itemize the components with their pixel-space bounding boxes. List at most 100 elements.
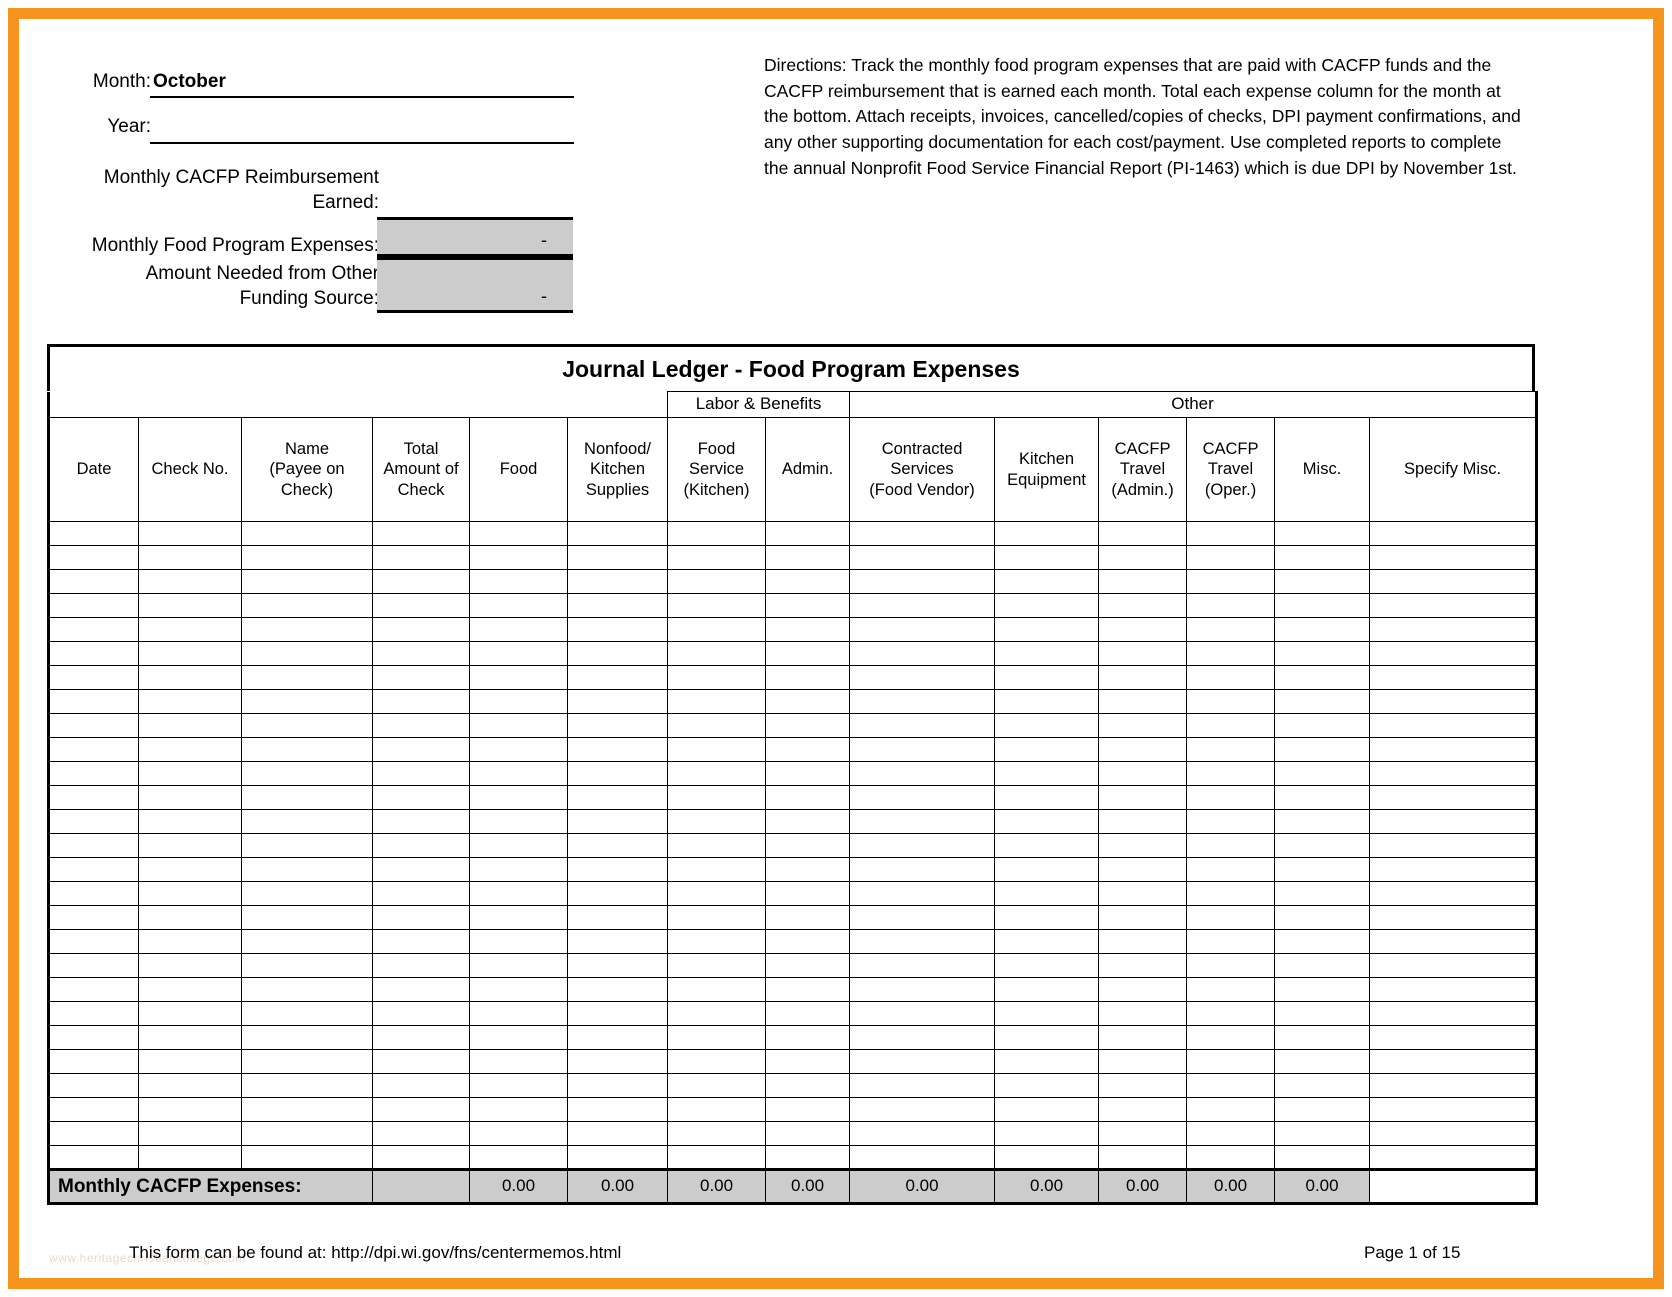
cell-check-no[interactable] bbox=[138, 713, 242, 738]
cell-admin[interactable] bbox=[765, 953, 851, 978]
cell-nonfood[interactable] bbox=[566, 1049, 669, 1074]
cell-specify-misc[interactable] bbox=[1369, 737, 1539, 762]
cell-food[interactable] bbox=[469, 1145, 568, 1170]
cell-kitchen-equipment[interactable] bbox=[994, 545, 1100, 570]
cell-travel-oper[interactable] bbox=[1186, 545, 1276, 570]
cell-date[interactable] bbox=[47, 761, 139, 786]
cell-specify-misc[interactable] bbox=[1369, 785, 1539, 810]
cell-contracted[interactable] bbox=[849, 809, 996, 834]
cell-date[interactable] bbox=[47, 833, 139, 858]
cell-contracted[interactable] bbox=[849, 689, 996, 714]
cell-food-service[interactable] bbox=[667, 617, 767, 642]
cell-admin[interactable] bbox=[765, 1097, 851, 1122]
cell-travel-admin[interactable] bbox=[1098, 929, 1188, 954]
cell-misc[interactable] bbox=[1274, 713, 1371, 738]
cell-travel-admin[interactable] bbox=[1098, 977, 1188, 1002]
cell-check-no[interactable] bbox=[138, 977, 242, 1002]
cell-name[interactable] bbox=[241, 905, 373, 930]
cell-admin[interactable] bbox=[765, 833, 851, 858]
cell-total-amount[interactable] bbox=[372, 1097, 470, 1122]
cell-total-amount[interactable] bbox=[372, 1049, 470, 1074]
cell-kitchen-equipment[interactable] bbox=[994, 1025, 1100, 1050]
cell-check-no[interactable] bbox=[138, 1049, 242, 1074]
cell-contracted[interactable] bbox=[849, 1025, 996, 1050]
cell-date[interactable] bbox=[47, 857, 139, 882]
cell-admin[interactable] bbox=[765, 1073, 851, 1098]
cell-admin[interactable] bbox=[765, 1001, 851, 1026]
cell-travel-admin[interactable] bbox=[1098, 1073, 1188, 1098]
cell-admin[interactable] bbox=[765, 737, 851, 762]
cell-total-amount[interactable] bbox=[372, 857, 470, 882]
cell-food[interactable] bbox=[469, 737, 568, 762]
cell-admin[interactable] bbox=[765, 689, 851, 714]
cell-travel-oper[interactable] bbox=[1186, 593, 1276, 618]
cell-specify-misc[interactable] bbox=[1369, 929, 1539, 954]
cell-travel-admin[interactable] bbox=[1098, 1145, 1188, 1170]
cell-date[interactable] bbox=[47, 953, 139, 978]
cell-total-amount[interactable] bbox=[372, 833, 470, 858]
cell-check-no[interactable] bbox=[138, 905, 242, 930]
cell-total-amount[interactable] bbox=[372, 617, 470, 642]
cell-food[interactable] bbox=[469, 1121, 568, 1146]
cell-nonfood[interactable] bbox=[566, 521, 669, 546]
cell-check-no[interactable] bbox=[138, 809, 242, 834]
cell-contracted[interactable] bbox=[849, 545, 996, 570]
cell-misc[interactable] bbox=[1274, 689, 1371, 714]
cell-kitchen-equipment[interactable] bbox=[994, 977, 1100, 1002]
cell-name[interactable] bbox=[241, 1001, 373, 1026]
cell-check-no[interactable] bbox=[138, 617, 242, 642]
cell-kitchen-equipment[interactable] bbox=[994, 1097, 1100, 1122]
cell-travel-admin[interactable] bbox=[1098, 1049, 1188, 1074]
cell-specify-misc[interactable] bbox=[1369, 1049, 1539, 1074]
cell-check-no[interactable] bbox=[138, 1145, 242, 1170]
cell-travel-admin[interactable] bbox=[1098, 857, 1188, 882]
cell-kitchen-equipment[interactable] bbox=[994, 1121, 1100, 1146]
cell-date[interactable] bbox=[47, 665, 139, 690]
cell-kitchen-equipment[interactable] bbox=[994, 953, 1100, 978]
cell-travel-admin[interactable] bbox=[1098, 617, 1188, 642]
cell-name[interactable] bbox=[241, 1145, 373, 1170]
cell-misc[interactable] bbox=[1274, 929, 1371, 954]
cell-total-amount[interactable] bbox=[372, 737, 470, 762]
cell-contracted[interactable] bbox=[849, 929, 996, 954]
cell-specify-misc[interactable] bbox=[1369, 1025, 1539, 1050]
cell-check-no[interactable] bbox=[138, 593, 242, 618]
cell-kitchen-equipment[interactable] bbox=[994, 689, 1100, 714]
cell-check-no[interactable] bbox=[138, 1097, 242, 1122]
month-value[interactable]: October bbox=[153, 71, 226, 93]
cell-travel-oper[interactable] bbox=[1186, 641, 1276, 666]
cell-food[interactable] bbox=[469, 857, 568, 882]
cell-admin[interactable] bbox=[765, 713, 851, 738]
cell-admin[interactable] bbox=[765, 569, 851, 594]
cell-specify-misc[interactable] bbox=[1369, 713, 1539, 738]
cell-name[interactable] bbox=[241, 617, 373, 642]
cell-travel-oper[interactable] bbox=[1186, 689, 1276, 714]
cell-travel-oper[interactable] bbox=[1186, 737, 1276, 762]
cell-total-amount[interactable] bbox=[372, 809, 470, 834]
cell-name[interactable] bbox=[241, 857, 373, 882]
cell-admin[interactable] bbox=[765, 905, 851, 930]
cell-contracted[interactable] bbox=[849, 1121, 996, 1146]
cell-misc[interactable] bbox=[1274, 1049, 1371, 1074]
cell-total-amount[interactable] bbox=[372, 1121, 470, 1146]
cell-food-service[interactable] bbox=[667, 1097, 767, 1122]
cell-food-service[interactable] bbox=[667, 953, 767, 978]
other-funding-value-cell[interactable]: - bbox=[377, 257, 573, 313]
cell-total-amount[interactable] bbox=[372, 929, 470, 954]
cell-contracted[interactable] bbox=[849, 785, 996, 810]
cell-check-no[interactable] bbox=[138, 737, 242, 762]
cell-food-service[interactable] bbox=[667, 929, 767, 954]
cell-food[interactable] bbox=[469, 641, 568, 666]
cell-misc[interactable] bbox=[1274, 1121, 1371, 1146]
cell-specify-misc[interactable] bbox=[1369, 1121, 1539, 1146]
cell-kitchen-equipment[interactable] bbox=[994, 833, 1100, 858]
cell-specify-misc[interactable] bbox=[1369, 1001, 1539, 1026]
cell-specify-misc[interactable] bbox=[1369, 689, 1539, 714]
cell-food-service[interactable] bbox=[667, 809, 767, 834]
cell-total-amount[interactable] bbox=[372, 545, 470, 570]
cell-food[interactable] bbox=[469, 1049, 568, 1074]
cell-kitchen-equipment[interactable] bbox=[994, 569, 1100, 594]
cell-travel-admin[interactable] bbox=[1098, 1001, 1188, 1026]
cell-name[interactable] bbox=[241, 785, 373, 810]
cell-specify-misc[interactable] bbox=[1369, 665, 1539, 690]
